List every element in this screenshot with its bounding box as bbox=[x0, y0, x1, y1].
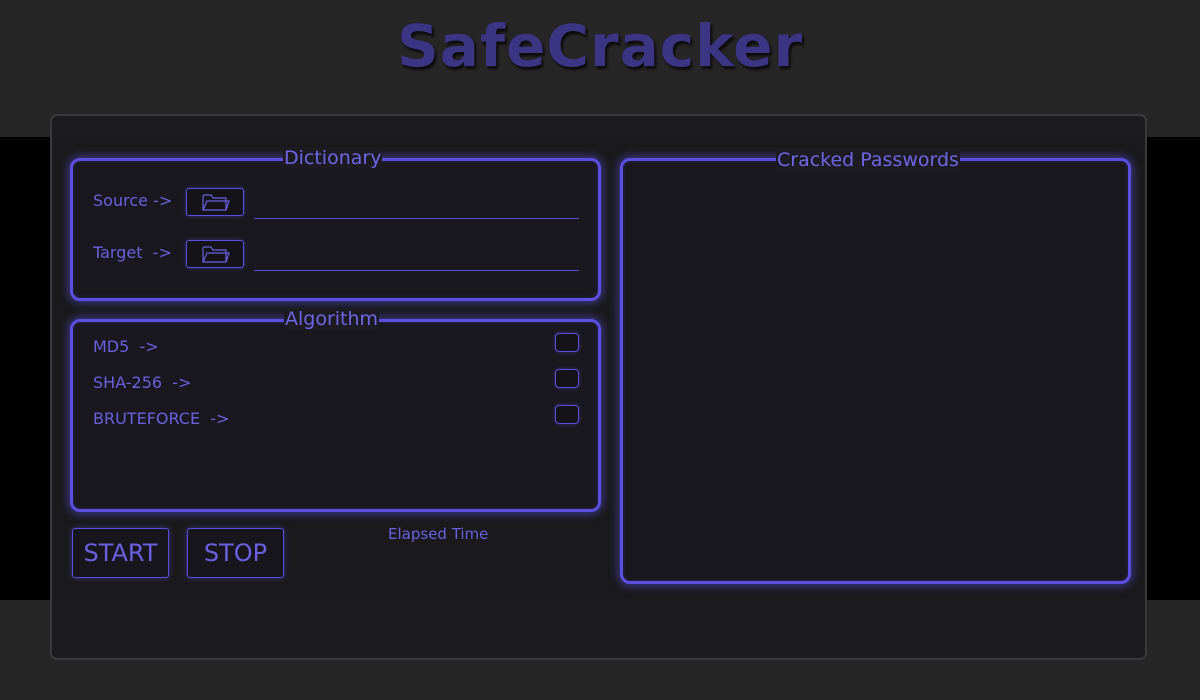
source-path-input[interactable] bbox=[254, 197, 579, 219]
cracked-passwords-list[interactable] bbox=[631, 179, 1120, 573]
md5-checkbox[interactable] bbox=[555, 333, 579, 352]
dictionary-legend: Dictionary bbox=[283, 147, 383, 169]
elapsed-time-label: Elapsed Time bbox=[388, 525, 489, 543]
source-label: Source -> bbox=[93, 191, 173, 210]
folder-open-icon bbox=[202, 246, 230, 263]
cracked-passwords-group: Cracked Passwords bbox=[620, 149, 1131, 584]
target-browse-button[interactable] bbox=[186, 240, 244, 268]
md5-label: MD5 -> bbox=[93, 337, 159, 356]
main-panel: Dictionary Source -> Target -> Algorithm bbox=[50, 114, 1147, 660]
app-window: SafeCracker Dictionary Source -> Target … bbox=[0, 0, 1200, 700]
stop-button[interactable]: STOP bbox=[187, 528, 284, 578]
source-browse-button[interactable] bbox=[186, 188, 244, 216]
app-title: SafeCracker bbox=[396, 12, 804, 80]
start-button[interactable]: START bbox=[72, 528, 169, 578]
cracked-passwords-legend: Cracked Passwords bbox=[776, 149, 960, 171]
target-label: Target -> bbox=[93, 243, 172, 262]
algorithm-legend: Algorithm bbox=[284, 308, 380, 330]
bruteforce-label: BRUTEFORCE -> bbox=[93, 409, 230, 428]
target-path-input[interactable] bbox=[254, 249, 579, 271]
bruteforce-checkbox[interactable] bbox=[555, 405, 579, 424]
sha256-label: SHA-256 -> bbox=[93, 373, 192, 392]
folder-open-icon bbox=[202, 194, 230, 211]
sha256-checkbox[interactable] bbox=[555, 369, 579, 388]
algorithm-group: Algorithm MD5 -> SHA-256 -> BRUTEFORCE -… bbox=[70, 308, 601, 512]
dictionary-group: Dictionary Source -> Target -> bbox=[70, 147, 601, 301]
